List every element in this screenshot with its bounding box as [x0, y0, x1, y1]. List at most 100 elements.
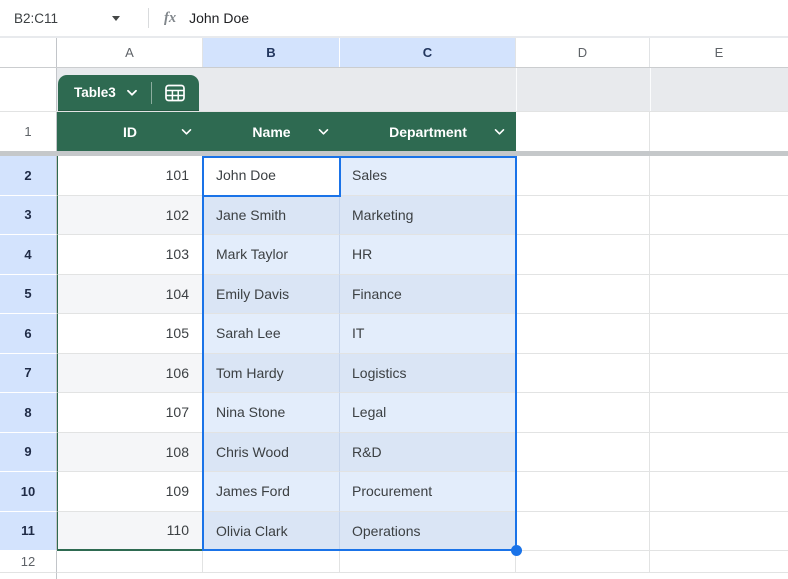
name-box-dropdown-icon[interactable] [112, 15, 120, 21]
name-box[interactable]: B2:C11 [14, 11, 126, 26]
cell-empty[interactable] [650, 511, 788, 551]
cell-id[interactable]: 103 [57, 235, 203, 275]
row-header[interactable]: 3 [0, 195, 57, 235]
cell-empty[interactable] [516, 393, 650, 433]
table-grid-icon[interactable] [152, 84, 199, 102]
row-header[interactable]: 9 [0, 432, 57, 472]
cell-empty[interactable] [516, 551, 650, 573]
cell-empty[interactable] [516, 195, 650, 235]
table-column-header-department[interactable]: Department [340, 112, 516, 151]
cell-empty[interactable] [650, 314, 788, 354]
row-header[interactable]: 11 [0, 511, 57, 551]
column-header-e[interactable]: E [650, 38, 788, 67]
cell-department[interactable]: Finance [340, 274, 516, 314]
row-header[interactable]: 7 [0, 353, 57, 393]
cell-id[interactable]: 101 [57, 156, 203, 196]
cell-empty[interactable] [516, 274, 650, 314]
table-column-header-name[interactable]: Name [203, 112, 340, 151]
column-header-strip: A B C D E [0, 38, 788, 68]
cell-empty[interactable] [650, 274, 788, 314]
table-name-chip[interactable]: Table3 [58, 75, 199, 111]
cell-department[interactable]: Legal [340, 393, 516, 433]
cell-department[interactable]: Logistics [340, 353, 516, 393]
gridline [650, 68, 651, 111]
cell-empty[interactable] [650, 195, 788, 235]
cell-department[interactable]: Operations [340, 511, 516, 551]
cell-empty[interactable] [650, 353, 788, 393]
select-all-corner[interactable] [0, 38, 57, 67]
cell-empty[interactable] [650, 432, 788, 472]
cell-id[interactable]: 108 [57, 432, 203, 472]
chevron-down-icon[interactable] [181, 128, 192, 135]
cell-empty[interactable] [650, 235, 788, 275]
cell-empty[interactable] [516, 472, 650, 512]
cell-empty[interactable] [650, 393, 788, 433]
cell-name[interactable]: Tom Hardy [203, 353, 340, 393]
cell-department[interactable]: Procurement [340, 472, 516, 512]
table-column-label: Name [252, 123, 291, 140]
row-header [0, 573, 57, 579]
cell-empty[interactable] [516, 353, 650, 393]
cell-name[interactable]: Jane Smith [203, 195, 340, 235]
fill-handle[interactable] [511, 545, 522, 556]
cell-empty[interactable] [516, 432, 650, 472]
column-header-b[interactable]: B [203, 38, 340, 67]
cell-d1[interactable] [516, 112, 650, 151]
column-header-c[interactable]: C [340, 38, 516, 67]
column-header-a[interactable]: A [57, 38, 203, 67]
table-row: 9 108 Chris Wood R&D [0, 432, 788, 472]
cell-empty[interactable] [650, 472, 788, 512]
row-header[interactable]: 10 [0, 472, 57, 512]
cell-empty[interactable] [650, 156, 788, 196]
cell-department[interactable]: IT [340, 314, 516, 354]
table-column-header-id[interactable]: ID [57, 112, 203, 151]
cell-e1[interactable] [650, 112, 788, 151]
chevron-down-icon[interactable] [494, 128, 505, 135]
cell-empty[interactable] [57, 551, 203, 573]
row-header[interactable]: 12 [0, 551, 57, 573]
cell-department[interactable]: HR [340, 235, 516, 275]
cell-name[interactable]: Emily Davis [203, 274, 340, 314]
row-header-1[interactable]: 1 [0, 112, 57, 151]
cell-empty[interactable] [516, 235, 650, 275]
cell-id[interactable]: 109 [57, 472, 203, 512]
cell-name[interactable]: John Doe [203, 156, 340, 196]
table-row: 2 101 John Doe Sales [0, 156, 788, 196]
cell-department[interactable]: R&D [340, 432, 516, 472]
cell-empty[interactable] [650, 551, 788, 573]
cell-name[interactable]: Olivia Clark [203, 511, 340, 551]
cell-id[interactable]: 104 [57, 274, 203, 314]
cell-id[interactable]: 106 [57, 353, 203, 393]
chevron-down-icon [126, 89, 138, 97]
cell-empty[interactable] [340, 551, 516, 573]
cell-department[interactable]: Sales [340, 156, 516, 196]
cell-empty[interactable] [203, 551, 340, 573]
row-header[interactable]: 2 [0, 156, 57, 196]
row-header[interactable]: 4 [0, 235, 57, 275]
cell-name[interactable]: Nina Stone [203, 393, 340, 433]
table-row: 5 104 Emily Davis Finance [0, 274, 788, 314]
cell-id[interactable]: 105 [57, 314, 203, 354]
cell-id[interactable]: 110 [57, 511, 203, 551]
row-header[interactable]: 5 [0, 274, 57, 314]
formula-bar: B2:C11 fx John Doe [0, 0, 788, 38]
row-header[interactable]: 6 [0, 314, 57, 354]
cell-empty[interactable] [516, 314, 650, 354]
cell-id[interactable]: 102 [57, 195, 203, 235]
table-name-label: Table3 [74, 85, 116, 100]
cell-department[interactable]: Marketing [340, 195, 516, 235]
table-row: 6 105 Sarah Lee IT [0, 314, 788, 354]
cell-name[interactable]: Sarah Lee [203, 314, 340, 354]
fx-icon: fx [164, 9, 177, 26]
chevron-down-icon[interactable] [318, 128, 329, 135]
cell-name[interactable]: Chris Wood [203, 432, 340, 472]
column-header-d[interactable]: D [516, 38, 650, 67]
cell-empty[interactable] [516, 156, 650, 196]
cell-empty[interactable] [516, 511, 650, 551]
table-name-menu[interactable]: Table3 [58, 85, 151, 100]
cell-id[interactable]: 107 [57, 393, 203, 433]
cell-name[interactable]: Mark Taylor [203, 235, 340, 275]
formula-input[interactable]: John Doe [189, 10, 249, 26]
cell-name[interactable]: James Ford [203, 472, 340, 512]
row-header[interactable]: 8 [0, 393, 57, 433]
